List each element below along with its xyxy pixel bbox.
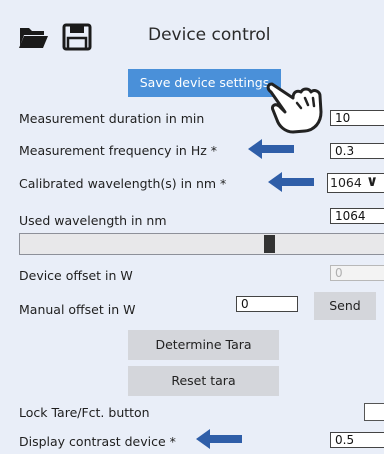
display-contrast-field[interactable]: 0.5 [330,432,384,448]
calibrated-wavelengths-label: Calibrated wavelength(s) in nm * [19,176,227,191]
manual-offset-field[interactable]: 0 [236,296,298,312]
calibrated-wavelengths-selected: 1064 [330,175,362,190]
chevron-down-icon: ∨ [366,172,379,190]
calibrated-wavelengths-select[interactable]: 1064 ∨ [327,172,384,193]
manual-offset-label: Manual offset in W [19,302,136,317]
measurement-frequency-label: Measurement frequency in Hz * [19,143,218,158]
lock-tare-checkbox[interactable] [364,403,384,421]
save-file-button[interactable] [62,23,92,51]
measurement-duration-field[interactable]: 10 [330,110,384,126]
measurement-duration-label: Measurement duration in min [19,111,205,126]
determine-tara-button[interactable]: Determine Tara [128,330,279,360]
display-contrast-label: Display contrast device * [19,434,176,449]
arrow-left-icon [248,138,294,164]
measurement-frequency-field[interactable]: 0.3 [330,143,384,159]
device-offset-label: Device offset in W [19,268,133,283]
reset-tara-button[interactable]: Reset tara [128,366,279,396]
lock-tare-label: Lock Tare/Fct. button [19,405,150,420]
send-button[interactable]: Send [314,292,376,320]
arrow-left-icon [196,428,242,454]
hand-pointer-icon [263,76,331,136]
wavelength-slider[interactable] [19,233,384,255]
device-offset-field: 0 [330,265,384,281]
slider-thumb[interactable] [264,235,275,253]
used-wavelength-label: Used wavelength in nm [19,213,167,228]
save-device-settings-button[interactable]: Save device settings [128,69,281,97]
page-title: Device control [148,25,271,45]
used-wavelength-field[interactable]: 1064 [330,208,384,224]
arrow-left-icon [268,171,314,197]
open-folder-button[interactable] [18,24,50,50]
floppy-disk-icon [62,23,92,51]
folder-open-icon [19,28,48,48]
